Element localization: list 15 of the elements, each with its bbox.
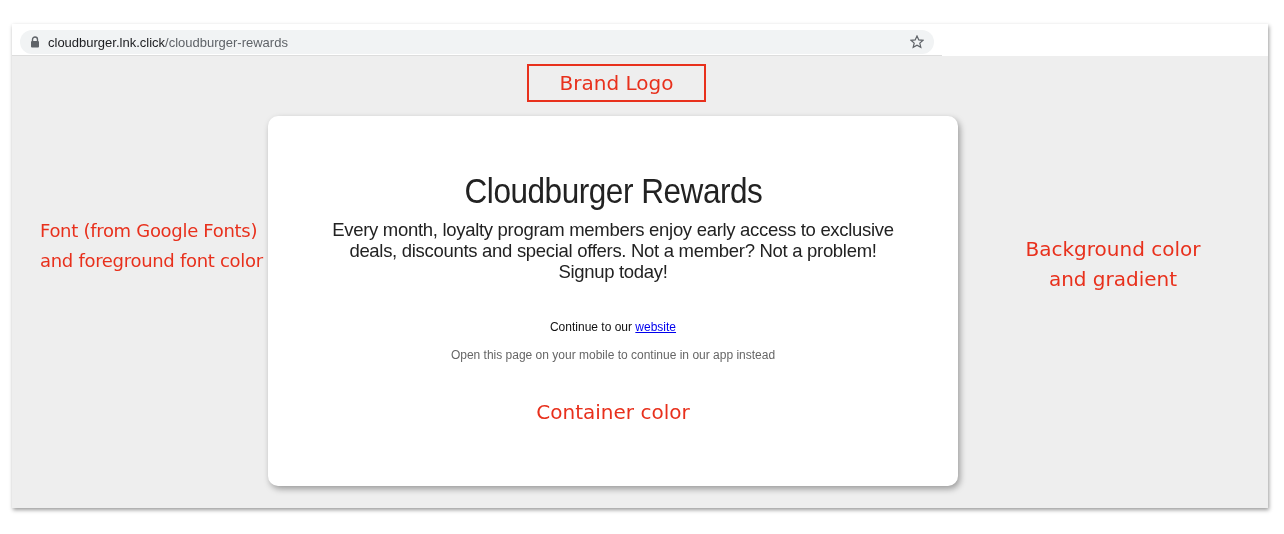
url-text: cloudburger.lnk.click/cloudburger-rewards bbox=[48, 34, 289, 50]
annotation-text: and gradient bbox=[1047, 266, 1179, 293]
annotation-text: Container color bbox=[536, 400, 690, 424]
description-text: Every month, loyalty program members enjoy early access to exclusive deals, discounts and special offers. Not a member? Not a problem! Signup today! bbox=[331, 219, 895, 282]
annotation-text: Brand Logo bbox=[559, 70, 674, 97]
annotation-text: Font (from Google Fonts) bbox=[40, 219, 258, 243]
note-text: Open this page on your mobile to continue in our app instead bbox=[450, 348, 776, 362]
annotation-text: Background color bbox=[1024, 236, 1202, 263]
annotation-text: and foreground font color bbox=[40, 249, 263, 273]
continue-text: Continue to our website bbox=[549, 320, 677, 334]
star-icon[interactable] bbox=[910, 35, 924, 49]
address-bar[interactable]: cloudburger.lnk.click/cloudburger-rewards bbox=[20, 30, 934, 54]
page-title: Cloudburger Rewards bbox=[464, 171, 762, 211]
lock-icon bbox=[30, 36, 40, 48]
website-link[interactable]: website bbox=[635, 320, 677, 334]
